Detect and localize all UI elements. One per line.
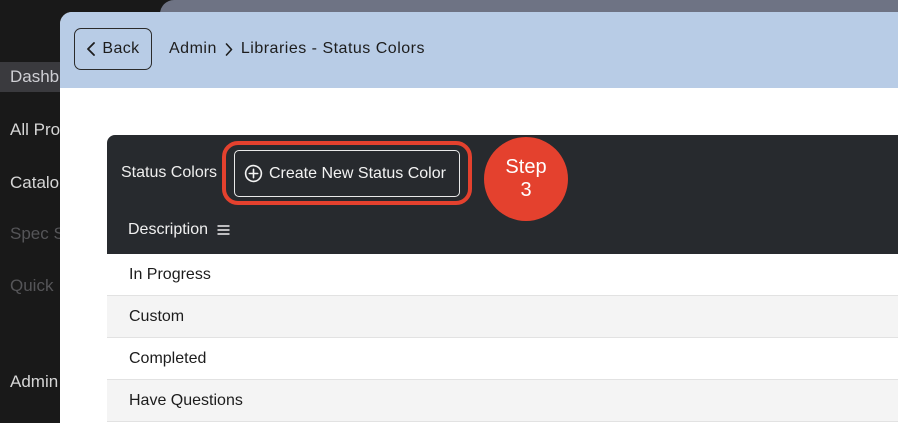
sidebar-item-spec[interactable]: Spec S — [10, 224, 65, 244]
back-button-label: Back — [102, 40, 140, 57]
modal-header: Back Admin Libraries - Status Colors — [60, 12, 898, 88]
column-header-label: Description — [128, 221, 209, 238]
sidebar-item-catalog[interactable]: Catalo — [10, 173, 59, 193]
chevron-left-icon — [87, 42, 96, 56]
step-highlight-ring — [222, 141, 472, 205]
table-body: In Progress Custom Completed Have Questi… — [107, 254, 898, 422]
sidebar-item-quick[interactable]: Quick — [10, 276, 53, 296]
table-row[interactable]: Have Questions — [107, 380, 898, 422]
step-badge-word: Step — [505, 156, 547, 178]
table-row[interactable]: Completed — [107, 338, 898, 380]
chevron-right-icon — [225, 42, 233, 56]
table-toolbar: Status Colors Create New Status Color St… — [107, 135, 898, 254]
menu-icon[interactable] — [217, 225, 230, 235]
step-badge-number: 3 — [520, 179, 532, 201]
breadcrumb: Admin Libraries - Status Colors — [169, 40, 425, 58]
column-header-description[interactable]: Description — [128, 221, 230, 239]
breadcrumb-admin[interactable]: Admin — [169, 40, 217, 58]
breadcrumb-current: Libraries - Status Colors — [240, 40, 425, 57]
sidebar-item-all-projects[interactable]: All Pro — [10, 120, 60, 140]
step-badge: Step 3 — [484, 137, 568, 221]
table-title: Status Colors — [121, 164, 218, 181]
status-colors-modal: Back Admin Libraries - Status Colors Sta… — [60, 12, 898, 423]
table-row[interactable]: Custom — [107, 296, 898, 338]
table-row[interactable]: In Progress — [107, 254, 898, 296]
status-colors-table: Status Colors Create New Status Color St… — [107, 135, 898, 423]
back-button[interactable]: Back — [74, 28, 152, 70]
sidebar-item-admin[interactable]: Admin — [10, 372, 58, 392]
